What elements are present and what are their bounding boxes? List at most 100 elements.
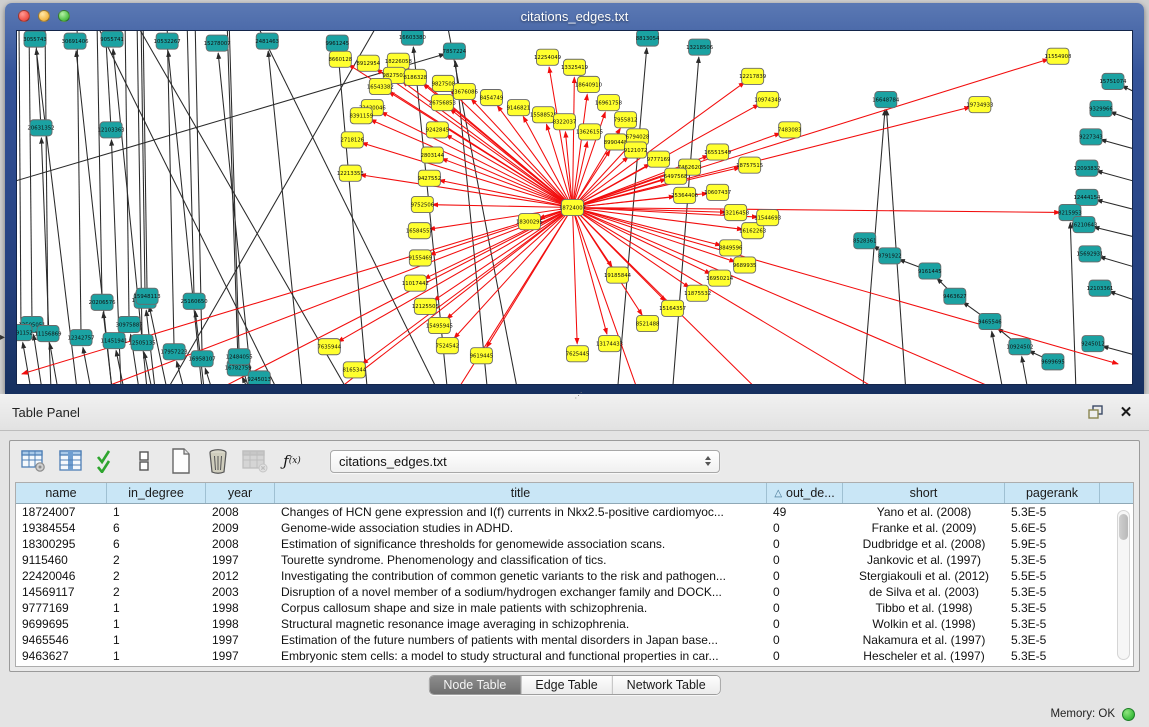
table-cell[interactable]: 5.3E-5	[1005, 632, 1100, 648]
graph-node[interactable]: 18724007	[559, 199, 586, 215]
table-cell[interactable]: 6	[107, 536, 206, 552]
table-cell[interactable]: 5.3E-5	[1005, 616, 1100, 632]
graph-node[interactable]: 9752506	[411, 196, 435, 212]
table-cell[interactable]: 9699695	[16, 616, 107, 632]
graph-node[interactable]: 10924502	[1006, 339, 1033, 355]
graph-node[interactable]: 16543382	[367, 78, 394, 94]
graph-node[interactable]: 9427552	[418, 170, 442, 186]
table-cell[interactable]: Investigating the contribution of common…	[275, 568, 767, 584]
graph-node[interactable]: 11017442	[402, 275, 429, 291]
table-cell[interactable]: 49	[767, 504, 843, 520]
graph-node[interactable]: 16584557	[406, 223, 433, 239]
graph-node[interactable]: 12093832	[1073, 160, 1100, 176]
graph-node[interactable]: 2803144	[421, 147, 445, 163]
graph-node[interactable]: 10974349	[754, 92, 781, 108]
show-columns-icon[interactable]	[57, 448, 83, 474]
graph-node[interactable]: 15164357	[659, 300, 686, 316]
table-row[interactable]: 977716911998Corpus callosum shape and si…	[16, 600, 1133, 616]
graph-node[interactable]: 25364406	[671, 187, 699, 203]
graph-node[interactable]: 19185844	[604, 267, 632, 283]
column-header-name[interactable]: name	[16, 483, 107, 503]
graph-node[interactable]: 12217839	[739, 68, 766, 84]
row-options-icon[interactable]	[131, 448, 157, 474]
graph-node[interactable]: 11156869	[35, 326, 62, 342]
table-cell[interactable]: 6	[107, 520, 206, 536]
table-cell[interactable]: 19384554	[16, 520, 107, 536]
table-cell[interactable]: 0	[767, 536, 843, 552]
graph-node[interactable]: 13174433	[596, 336, 623, 352]
graph-node[interactable]: 12484055	[226, 349, 253, 365]
table-cell[interactable]: Hescheler et al. (1997)	[843, 648, 1005, 664]
graph-node[interactable]: 7625445	[566, 346, 590, 362]
select-columns-icon[interactable]	[94, 448, 120, 474]
graph-node[interactable]: 16603380	[399, 31, 427, 45]
graph-node[interactable]: 8660128	[328, 51, 352, 67]
minimize-window-icon[interactable]	[38, 10, 50, 22]
graph-node[interactable]: 16950214	[706, 270, 734, 286]
graph-node[interactable]: 25160650	[181, 293, 209, 309]
table-cell[interactable]: 0	[767, 632, 843, 648]
table-row[interactable]: 1872400712008Changes of HCN gene express…	[16, 504, 1133, 520]
table-cell[interactable]: 9465546	[16, 632, 107, 648]
graph-node[interactable]: 2718126	[341, 132, 365, 148]
graph-node[interactable]: 23676086	[451, 83, 479, 99]
graph-node[interactable]: 11451941	[101, 333, 128, 349]
table-cell[interactable]: 1998	[206, 600, 275, 616]
graph-node[interactable]: 15278007	[204, 35, 231, 51]
graph-node[interactable]: 17957223	[161, 344, 188, 360]
graph-node[interactable]: 9619445	[470, 348, 494, 364]
table-cell[interactable]: 1997	[206, 632, 275, 648]
table-cell[interactable]: 0	[767, 600, 843, 616]
graph-node[interactable]: 10532267	[154, 33, 181, 49]
table-cell[interactable]: 0	[767, 552, 843, 568]
graph-node[interactable]: 8912954	[357, 55, 381, 71]
table-cell[interactable]: Tourette syndrome. Phenomenology and cla…	[275, 552, 767, 568]
tab-edge-table[interactable]: Edge Table	[521, 676, 612, 694]
graph-node[interactable]: 9245013	[247, 371, 271, 384]
graph-node[interactable]: 9055741	[100, 31, 124, 47]
table-cell[interactable]: Corpus callosum shape and size in male p…	[275, 600, 767, 616]
graph-node[interactable]: 9146821	[507, 100, 531, 116]
column-header-out_de[interactable]: △out_de...	[767, 483, 843, 503]
table-row[interactable]: 969969511998Structural magnetic resonanc…	[16, 616, 1133, 632]
graph-node[interactable]: 19734933	[966, 97, 993, 113]
table-cell[interactable]: de Silva et al. (2003)	[843, 584, 1005, 600]
graph-node[interactable]: 7857224	[443, 43, 467, 59]
graph-node[interactable]: 9245012	[1081, 336, 1105, 352]
table-cell[interactable]: 18724007	[16, 504, 107, 520]
graph-node[interactable]: 8791922	[878, 248, 902, 264]
table-cell[interactable]: 5.3E-5	[1005, 600, 1100, 616]
table-row[interactable]: 911546021997Tourette syndrome. Phenomeno…	[16, 552, 1133, 568]
table-cell[interactable]: 1997	[206, 648, 275, 664]
graph-node[interactable]: 26756853	[429, 95, 456, 111]
table-cell[interactable]: Dudbridge et al. (2008)	[843, 536, 1005, 552]
graph-node[interactable]: 9329966	[1089, 101, 1113, 117]
graph-node[interactable]: 9227343	[1079, 129, 1103, 145]
graph-node[interactable]: 8165344	[343, 362, 367, 378]
graph-node[interactable]: 10607437	[704, 184, 731, 200]
table-cell[interactable]: Yano et al. (2008)	[843, 504, 1005, 520]
table-cell[interactable]: 2008	[206, 536, 275, 552]
tab-network-table[interactable]: Network Table	[613, 676, 720, 694]
graph-node[interactable]: 11554908	[1044, 48, 1072, 64]
table-cell[interactable]: 5.5E-5	[1005, 568, 1100, 584]
citation-network-graph[interactable]: 1872400718300295866012889129541822605898…	[17, 31, 1132, 384]
table-row[interactable]: 1830029562008Estimation of significance …	[16, 536, 1133, 552]
table-cell[interactable]: 2008	[206, 504, 275, 520]
graph-node[interactable]: 8322037	[553, 114, 577, 130]
table-row[interactable]: 2242004622012Investigating the contribut…	[16, 568, 1133, 584]
network-graph-canvas[interactable]: 1872400718300295866012889129541822605898…	[16, 30, 1133, 385]
graph-node[interactable]: 9121072	[624, 142, 648, 158]
graph-node[interactable]: 12342757	[68, 330, 95, 346]
table-cell[interactable]: 1	[107, 600, 206, 616]
graph-node[interactable]: 9161445	[918, 263, 942, 279]
graph-node[interactable]: 9465546	[978, 313, 1002, 329]
graph-node[interactable]: 18300295	[516, 214, 543, 230]
column-header-pagerank[interactable]: pagerank	[1005, 483, 1100, 503]
table-cell[interactable]: Tibbo et al. (1998)	[843, 600, 1005, 616]
column-header-year[interactable]: year	[206, 483, 275, 503]
table-cell[interactable]: Estimation of significance thresholds fo…	[275, 536, 767, 552]
table-row[interactable]: 1456911722003Disruption of a novel membe…	[16, 584, 1133, 600]
table-cell[interactable]: Franke et al. (2009)	[843, 520, 1005, 536]
table-cell[interactable]: 2	[107, 584, 206, 600]
